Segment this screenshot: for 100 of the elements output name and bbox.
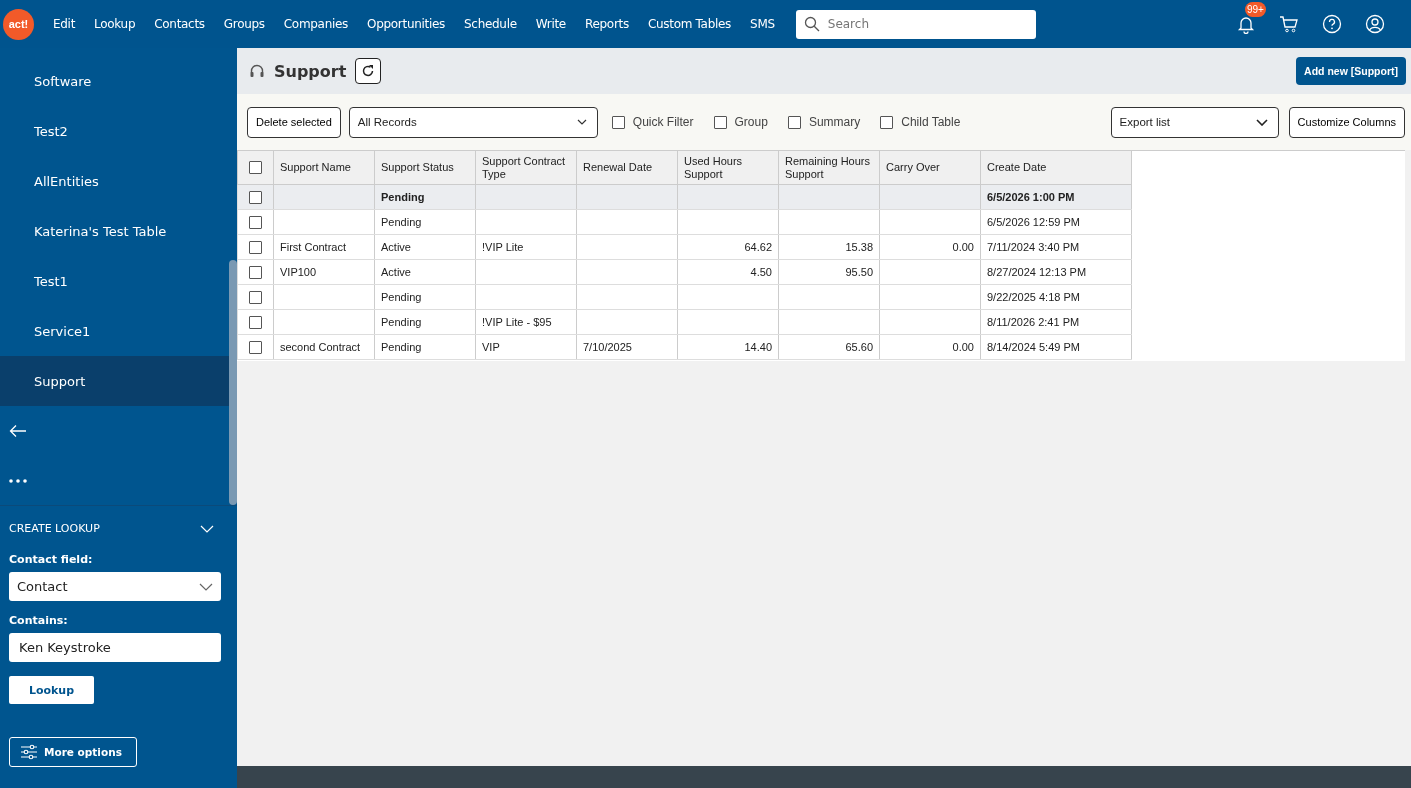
table-row[interactable]: First Contract Active !VIP Lite 64.62 15.38 0.00 7/11/2024 3:40 PM — [237, 234, 1132, 260]
table-cell: 7/11/2024 3:40 PM — [987, 241, 1080, 253]
row-checkbox[interactable] — [249, 340, 262, 354]
table-cell: 9/22/2025 4:18 PM — [987, 291, 1080, 303]
page-title: Support — [274, 61, 347, 81]
checkbox[interactable] — [880, 115, 894, 129]
select-all-checkbox[interactable] — [249, 161, 262, 175]
table-cell: 64.62 — [744, 241, 772, 253]
table-row[interactable]: Pending 9/22/2025 4:18 PM — [237, 284, 1132, 310]
add-new-button[interactable]: Add new [Support] — [1296, 57, 1406, 85]
table-cell: Pending — [381, 341, 422, 353]
sidebar-item[interactable]: Test1 — [0, 256, 229, 306]
contact-field-select[interactable]: Contact — [9, 572, 221, 601]
column-header[interactable]: Used Hours Support — [677, 151, 779, 185]
menu-item[interactable]: Companies — [283, 17, 349, 31]
row-checkbox[interactable] — [249, 290, 262, 304]
table-cell: 0.00 — [952, 341, 974, 353]
chevron-icon[interactable] — [200, 524, 214, 533]
menu-item[interactable]: Custom Tables — [647, 17, 732, 31]
row-checkbox[interactable] — [249, 215, 262, 229]
sidebar-item[interactable]: Software — [0, 56, 229, 106]
row-checkbox[interactable] — [249, 190, 262, 204]
bell-icon[interactable] — [1236, 14, 1256, 34]
menu-item[interactable]: Opportunities — [367, 17, 445, 31]
table-row[interactable]: second Contract Pending VIP 7/10/2025 14.40 65.60 0.00 8/14/2024 5:49 PM — [237, 334, 1132, 360]
column-header[interactable]: Support Status — [374, 151, 476, 185]
column-header[interactable]: Create Date — [980, 151, 1132, 185]
export-select[interactable]: Export list — [1110, 106, 1279, 138]
customize-columns-button[interactable]: Customize Columns — [1288, 106, 1405, 138]
sliders-icon — [20, 744, 38, 760]
checkbox[interactable] — [611, 115, 625, 129]
menu-item[interactable]: Contacts — [154, 17, 205, 31]
table-cell: 6/5/2026 12:59 PM — [987, 216, 1080, 228]
column-header[interactable]: Remaining Hours Support — [778, 151, 880, 185]
table-row[interactable]: VIP100 Active 4.50 95.50 8/27/2024 12:13 PM — [237, 259, 1132, 285]
checkbox[interactable] — [713, 115, 727, 129]
lookup-button[interactable]: Lookup — [9, 676, 94, 704]
field-label: Contains: — [9, 614, 68, 627]
menu-item[interactable]: Edit — [53, 17, 76, 31]
table-cell: VIP — [482, 341, 500, 353]
table-row[interactable]: Pending 6/5/2026 12:59 PM — [237, 209, 1132, 235]
table-row[interactable]: Pending !VIP Lite - $95 8/11/2026 2:41 PM — [237, 309, 1132, 335]
table-cell: !VIP Lite — [482, 241, 524, 253]
row-checkbox[interactable] — [249, 240, 262, 254]
checkbox-label: Quick Filter — [632, 115, 694, 129]
column-header[interactable]: Carry Over — [879, 151, 981, 185]
menu-item[interactable]: Write — [535, 17, 566, 31]
sidebar-item[interactable]: AllEntities — [0, 156, 229, 206]
more-options-button[interactable]: More options — [9, 737, 137, 767]
table-cell: 95.50 — [845, 266, 873, 278]
contains-field[interactable]: Ken Keystroke — [9, 633, 221, 662]
table-cell: Active — [381, 241, 411, 253]
sidebar-item[interactable]: Test2 — [0, 106, 229, 156]
menu-item[interactable]: Groups — [223, 17, 265, 31]
user-icon[interactable] — [1365, 14, 1385, 34]
table-cell: 7/10/2025 — [583, 341, 632, 353]
column-header[interactable]: Support Name — [273, 151, 375, 185]
table-cell: second Contract — [280, 341, 361, 353]
search-field[interactable]: Search — [795, 9, 1036, 39]
checkbox-label: Child Table — [901, 115, 961, 129]
sidebar-item[interactable]: Support — [0, 356, 229, 406]
section-title: CREATE LOOKUP — [9, 522, 100, 535]
row-checkbox[interactable] — [249, 315, 262, 329]
refresh-icon — [361, 64, 376, 78]
menu-item[interactable]: Lookup — [94, 17, 136, 31]
chevron-icon — [576, 119, 587, 125]
table-cell: Pending — [381, 216, 422, 228]
checkbox[interactable] — [787, 115, 801, 129]
table-cell: Pending — [381, 316, 422, 328]
view-select[interactable]: All Records — [348, 106, 598, 138]
back-arrow-icon[interactable] — [9, 424, 27, 438]
column-header[interactable]: Support Contract Type — [475, 151, 577, 185]
chevron-icon — [199, 582, 213, 591]
table-cell: 0.00 — [952, 241, 974, 253]
sidebar-item[interactable]: Katerina's Test Table — [0, 206, 229, 256]
table-cell: 8/14/2024 5:49 PM — [987, 341, 1080, 353]
cart-icon[interactable] — [1279, 14, 1299, 34]
table-row[interactable]: Pending 6/5/2026 1:00 PM — [237, 184, 1132, 210]
table-cell: VIP100 — [280, 266, 317, 278]
menu-item[interactable]: Reports — [584, 17, 629, 31]
scrollbar[interactable] — [229, 260, 237, 505]
table-cell: 6/5/2026 1:00 PM — [987, 191, 1075, 203]
row-checkbox[interactable] — [249, 265, 262, 279]
sidebar-item[interactable]: Service1 — [0, 306, 229, 356]
column-header[interactable]: Renewal Date — [576, 151, 678, 185]
checkbox-label: Group — [734, 115, 768, 129]
table-cell: First Contract — [280, 241, 346, 253]
headset-icon — [249, 63, 265, 79]
more-icon[interactable] — [9, 479, 27, 483]
refresh-button[interactable] — [355, 58, 382, 84]
table-cell: 15.38 — [845, 241, 873, 253]
help-icon[interactable] — [1322, 14, 1342, 34]
checkbox-label: Summary — [808, 115, 861, 129]
menu-item[interactable]: Schedule — [464, 17, 517, 31]
table-cell: Active — [381, 266, 411, 278]
delete-selected-button[interactable]: Delete selected — [247, 106, 341, 138]
table-cell: 14.40 — [744, 341, 772, 353]
table-cell: 8/27/2024 12:13 PM — [987, 266, 1087, 278]
search-icon — [803, 16, 820, 32]
menu-item[interactable]: SMS — [750, 17, 775, 31]
